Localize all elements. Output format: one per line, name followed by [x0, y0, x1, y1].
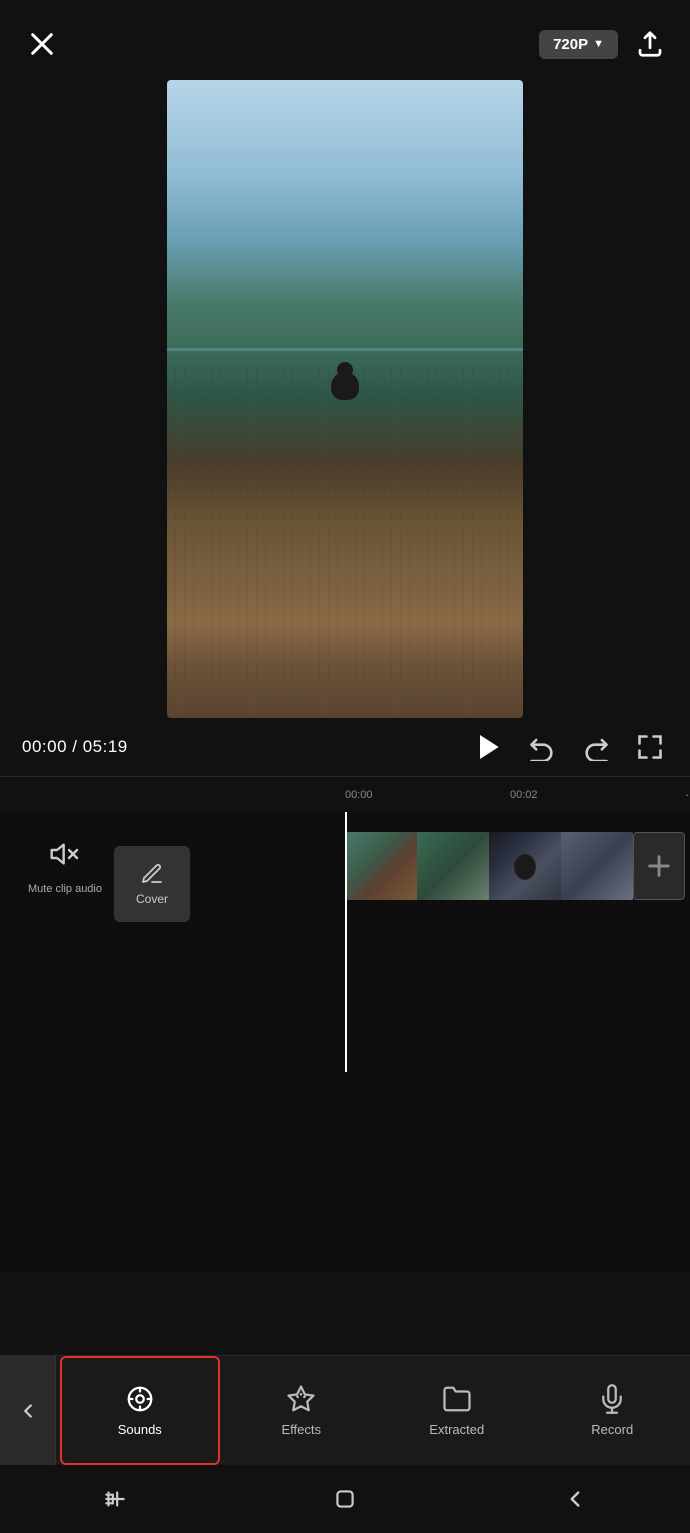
cover-button[interactable]: Cover	[114, 846, 190, 922]
bottom-nav: Sounds Effects Extracted	[0, 1355, 690, 1465]
sounds-label: Sounds	[118, 1422, 162, 1437]
bird-body	[331, 372, 359, 400]
add-clip-button[interactable]	[633, 832, 685, 900]
system-home-button[interactable]	[320, 1479, 370, 1519]
strip-thumb-1	[345, 832, 417, 900]
tab-effects[interactable]: Effects	[224, 1356, 380, 1465]
quality-selector[interactable]: 720P ▼	[539, 30, 618, 59]
close-button[interactable]	[22, 24, 62, 64]
strip-thumb-2	[417, 832, 489, 900]
system-menu-button[interactable]	[90, 1479, 140, 1519]
timeline-tick-dot: ·	[685, 787, 689, 802]
mute-icon	[43, 832, 87, 876]
extracted-label: Extracted	[429, 1422, 484, 1437]
export-button[interactable]	[632, 26, 668, 62]
timeline-tick-start: 00:00	[345, 789, 373, 801]
time-display: 00:00 / 05:19	[22, 737, 128, 757]
timeline-header: 00:00 00:02 ·	[0, 776, 690, 812]
fullscreen-button[interactable]	[632, 729, 668, 765]
timeline-area: Mute clip audio Cover	[0, 812, 690, 1072]
bird-figure	[325, 362, 365, 412]
current-time: 00:00	[22, 737, 67, 756]
timeline-empty	[0, 1072, 690, 1272]
play-button[interactable]	[470, 729, 506, 765]
playhead	[345, 812, 347, 1072]
mute-clip-tool[interactable]: Mute clip audio	[28, 832, 102, 896]
mini-bird	[514, 854, 536, 880]
top-bar: 720P ▼	[0, 0, 690, 80]
timeline-tick-mid: 00:02	[510, 789, 538, 801]
undo-button[interactable]	[524, 729, 560, 765]
tab-record[interactable]: Record	[535, 1356, 690, 1465]
mute-label: Mute clip audio	[28, 882, 102, 896]
redo-button[interactable]	[578, 729, 614, 765]
record-label: Record	[591, 1422, 633, 1437]
video-preview	[167, 80, 523, 718]
quality-label: 720P	[553, 36, 588, 53]
tab-sounds[interactable]: Sounds	[60, 1356, 220, 1465]
nav-back-button[interactable]	[0, 1356, 56, 1465]
sand-overlay	[167, 367, 523, 718]
playback-bar: 00:00 / 05:19	[0, 718, 690, 776]
video-strip	[345, 832, 685, 900]
total-time: 05:19	[83, 737, 128, 756]
timeline-tools: Mute clip audio Cover	[0, 812, 200, 1072]
effects-label: Effects	[281, 1422, 321, 1437]
nav-tabs: Sounds Effects Extracted	[56, 1356, 690, 1465]
tab-extracted[interactable]: Extracted	[379, 1356, 535, 1465]
strip-thumb-3	[489, 832, 561, 900]
cover-label: Cover	[136, 892, 168, 906]
top-right-controls: 720P ▼	[539, 26, 668, 62]
horizon-line	[167, 348, 523, 351]
system-nav	[0, 1465, 690, 1533]
playback-controls	[470, 729, 668, 765]
strip-thumb-4	[561, 832, 633, 900]
system-back-button[interactable]	[550, 1479, 600, 1519]
chevron-down-icon: ▼	[593, 38, 604, 50]
